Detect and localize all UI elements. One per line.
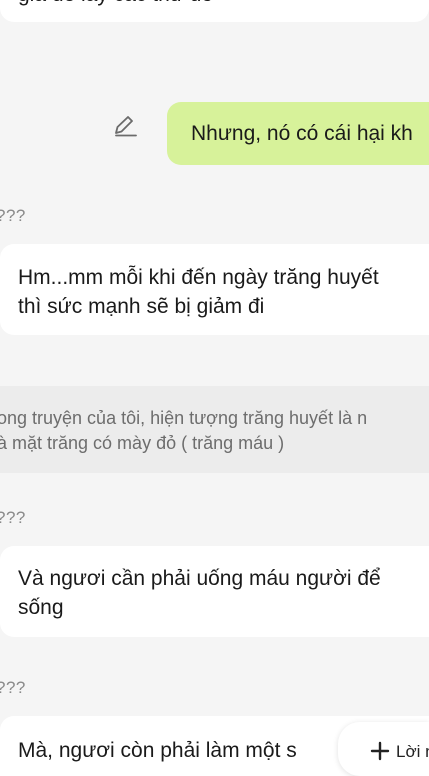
reply-button-label: Lời n xyxy=(396,742,429,761)
ai-message-bubble: Hm...mm mỗi khi đến ngày trăng huyết thì… xyxy=(0,244,429,335)
plus-icon xyxy=(370,741,390,761)
ai-message-bubble: Và ngươi cần phải uống máu người để sống xyxy=(0,546,429,637)
sender-name: ??? xyxy=(0,508,26,527)
narration-line: ong truyện của tôi, hiện tượng trăng huy… xyxy=(0,408,368,428)
ai-message-line: Và ngươi cần phải uống máu người để xyxy=(18,567,381,590)
narration-block: ong truyện của tôi, hiện tượng trăng huy… xyxy=(0,386,429,473)
ai-message-line: Mà, ngươi còn phải làm một s xyxy=(18,739,297,762)
sender-name: ??? xyxy=(0,206,26,225)
ai-message-line: Hm...mm mỗi khi đến ngày trăng huyết xyxy=(18,266,379,289)
ai-message-text: giả để lấy các thứ đó xyxy=(18,0,213,9)
reply-button[interactable]: Lời n xyxy=(338,722,429,776)
ai-message-bubble: giả để lấy các thứ đó xyxy=(0,0,429,22)
user-message-bubble: Nhưng, nó có cái hại kh xyxy=(167,102,429,165)
ai-message-line: thì sức mạnh sẽ bị giảm đi xyxy=(18,295,265,318)
pencil-icon[interactable] xyxy=(112,114,138,138)
sender-name: ??? xyxy=(0,678,26,697)
user-message-text: Nhưng, nó có cái hại kh xyxy=(191,122,413,145)
narration-line: à mặt trăng có mày đỏ ( trăng máu ) xyxy=(0,433,285,453)
ai-message-line: sống xyxy=(18,596,64,619)
